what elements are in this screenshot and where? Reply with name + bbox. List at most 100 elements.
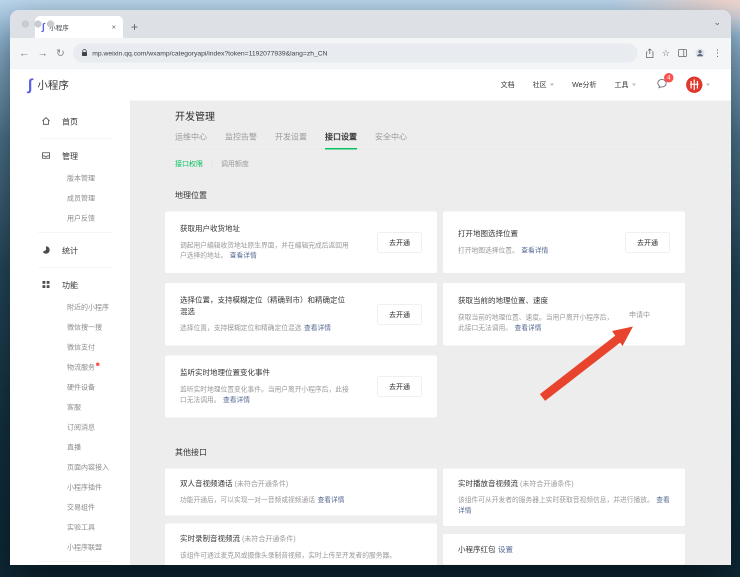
back-button[interactable]: ←	[19, 48, 30, 59]
api-card-open-map: 打开地图选择位置 打开地图选择位置。查看详情 去开通	[443, 212, 685, 274]
header-nav: 文档 社区 We分析 工具 4	[501, 76, 710, 93]
subtab-api-permission[interactable]: 接口权限	[175, 159, 203, 169]
desktop: ∫ 小程序 × + ⌄ ← → ↻ mp.weixin.qq.com/wxamp…	[0, 0, 740, 577]
grid-icon	[41, 280, 51, 290]
view-details-link[interactable]: 查看详情	[223, 396, 250, 404]
sidebar-item-manage[interactable]: 管理	[10, 143, 130, 168]
close-window-button[interactable]	[22, 21, 29, 28]
settings-link[interactable]: 设置	[498, 544, 513, 555]
sidebar-item-search[interactable]: 微信搜一搜	[10, 317, 130, 337]
sidebar-item-version[interactable]: 版本管理	[10, 168, 130, 188]
activate-button[interactable]: 去开通	[377, 376, 422, 396]
card-content: 获取当前的地理位置、速度 获取当前的地理位置、速度。当用户离开小程序后，此接口无…	[458, 296, 619, 334]
card-title-text: 双人音视频通话	[180, 479, 233, 488]
sidebar-item-home[interactable]: 首页	[10, 109, 130, 134]
browser-menu-icon[interactable]: ⋮	[713, 49, 722, 58]
new-tab-button[interactable]: +	[131, 22, 138, 34]
tab-title: 小程序	[49, 22, 107, 32]
nav-we-analytics[interactable]: We分析	[572, 80, 596, 90]
sidebar-item-customer-service[interactable]: 客服	[10, 397, 130, 417]
traffic-lights	[22, 21, 54, 28]
cards-column-right: 实时播放音视频流(未符合开通条件) 该组件可从开发者的服务器上实时获取音视频信息…	[443, 468, 685, 564]
close-tab-icon[interactable]: ×	[112, 23, 116, 31]
profile-avatar-icon[interactable]	[695, 48, 705, 58]
card-title: 获取当前的地理位置、速度	[458, 296, 619, 307]
view-details-link[interactable]: 查看详情	[230, 252, 257, 260]
sidebar-item-alliance[interactable]: 小程序联盟	[10, 537, 130, 557]
card-title: 获取用户收货地址	[180, 224, 350, 235]
bookmark-star-icon[interactable]: ☆	[662, 49, 670, 58]
card-desc: 打开地图选择位置。查看详情	[458, 245, 615, 255]
sidebar-item-label: 功能	[62, 279, 78, 291]
sidebar-item-trade-component[interactable]: 交易组件	[10, 497, 130, 517]
sidebar-item-subscribe-message[interactable]: 订阅消息	[10, 417, 130, 437]
sidebar-item-label: 统计	[62, 244, 78, 256]
page-title: 开发管理	[165, 109, 731, 124]
card-desc-text: 打开地图选择位置。	[458, 246, 519, 254]
url-text: mp.weixin.qq.com/wxamp/categoryapi/index…	[92, 49, 327, 57]
reload-button[interactable]: ↻	[56, 48, 65, 59]
forward-button[interactable]: →	[38, 48, 49, 59]
divider	[38, 267, 113, 268]
card-desc: 功能开通后，可以实现一对一音频或视频通话查看详情	[180, 495, 422, 505]
sidebar-item-plugins[interactable]: 小程序插件	[10, 477, 130, 497]
nav-community[interactable]: 社区	[533, 80, 555, 90]
brand-name: 小程序	[37, 77, 69, 92]
subtab-quota[interactable]: 调用额度	[221, 159, 249, 169]
zoom-window-button[interactable]	[47, 21, 54, 28]
view-details-link[interactable]: 查看详情	[304, 324, 331, 332]
card-title: 实时录制音视频流(未符合开通条件)	[180, 534, 350, 545]
divider	[38, 138, 113, 139]
tab-monitor-alert[interactable]: 监控告警	[225, 130, 257, 149]
address-bar[interactable]: mp.weixin.qq.com/wxamp/categoryapi/index…	[73, 44, 638, 63]
sidebar-item-lab-tools[interactable]: 实验工具	[10, 517, 130, 537]
activate-button[interactable]: 去开通	[625, 232, 670, 252]
sidebar-item-feedback[interactable]: 用户反馈	[10, 208, 130, 228]
sidebar-item-live[interactable]: 直播	[10, 437, 130, 457]
sidebar-item-statistics[interactable]: 统计	[10, 238, 130, 263]
new-feature-dot	[96, 363, 100, 367]
miniprogram-logo-icon: ∫	[28, 75, 32, 94]
card-desc-text: 选择位置，支持模糊定位和精确定位混选	[180, 324, 302, 332]
card-title: 选择位置，支持模糊定位（精确到市）和精确定位混选	[180, 295, 350, 318]
divider	[38, 562, 113, 563]
lock-icon	[81, 49, 88, 57]
card-desc: 该组件可通过麦克风或摄像头录制音视频，实时上传至开发者的服务器。	[180, 550, 422, 560]
sidebar-item-logistics[interactable]: 物流服务	[10, 357, 130, 377]
share-icon[interactable]	[645, 48, 654, 58]
tab-search-icon[interactable]: ⌄	[713, 17, 721, 28]
sidebar-item-wechat-pay[interactable]: 微信支付	[10, 337, 130, 357]
sidebar-item-nearby[interactable]: 附近的小程序	[10, 297, 130, 317]
view-details-link[interactable]: 查看详情	[521, 246, 548, 254]
tab-security-center[interactable]: 安全中心	[375, 130, 407, 149]
tab-ops-center[interactable]: 运维中心	[175, 130, 207, 149]
activate-button[interactable]: 去开通	[377, 232, 422, 252]
card-desc-text: 功能开通后，可以实现一对一音频或视频通话	[180, 496, 315, 504]
minimize-window-button[interactable]	[35, 21, 42, 28]
brand[interactable]: ∫ 小程序	[28, 75, 69, 94]
browser-tabstrip: ∫ 小程序 × + ⌄	[10, 10, 731, 38]
nav-docs[interactable]: 文档	[501, 80, 515, 90]
account-menu[interactable]	[686, 76, 710, 93]
site-body: 首页 管理 版本管理 成员管理 用户反馈 统计	[10, 101, 731, 566]
divider: |	[211, 160, 213, 168]
notification-bell-icon[interactable]: 4	[656, 77, 668, 92]
sidebar-item-features[interactable]: 功能	[10, 272, 130, 297]
tab-api-settings[interactable]: 接口设置	[325, 130, 357, 150]
side-panel-icon[interactable]	[678, 49, 687, 57]
sidebar-item-page-content[interactable]: 页面内容接入	[10, 457, 130, 477]
sidebar-item-label: 物流服务	[67, 363, 95, 371]
condition-badge: (未符合开通条件)	[235, 479, 289, 487]
activate-button[interactable]: 去开通	[377, 304, 422, 324]
nav-tools[interactable]: 工具	[615, 80, 637, 90]
pie-chart-icon	[41, 245, 51, 255]
tab-dev-settings[interactable]: 开发设置	[275, 130, 307, 149]
inbox-icon	[41, 151, 51, 161]
view-details-link[interactable]: 查看详情	[318, 496, 345, 504]
divider	[38, 233, 113, 234]
sidebar-item-members[interactable]: 成员管理	[10, 188, 130, 208]
card-title: 双人音视频通话(未符合开通条件)	[180, 478, 350, 489]
card-content: 双人音视频通话(未符合开通条件) 功能开通后，可以实现一对一音频或视频通话查看详…	[180, 478, 422, 505]
sidebar-item-hardware[interactable]: 硬件设备	[10, 377, 130, 397]
view-details-link[interactable]: 查看详情	[515, 324, 542, 332]
